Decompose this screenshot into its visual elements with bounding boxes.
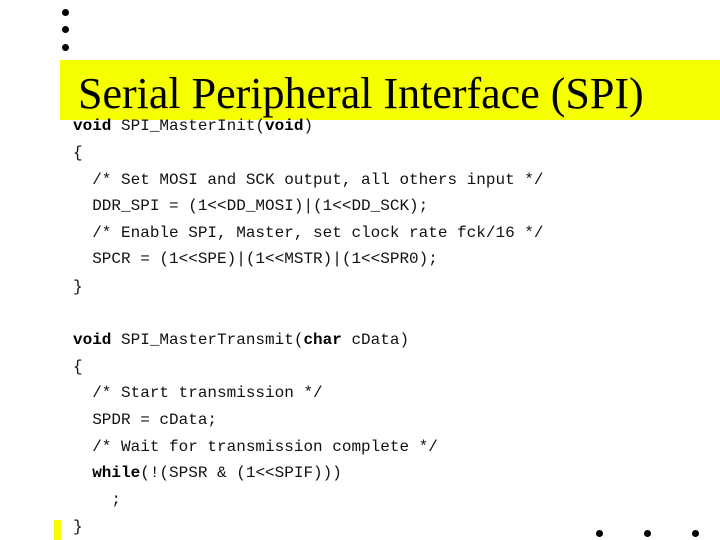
code-text: /* Enable SPI, Master, set clock rate fc…	[73, 224, 544, 242]
code-text: SPDR = cData;	[73, 411, 218, 429]
code-line: /* Wait for transmission complete */	[73, 437, 438, 457]
code-line: /* Enable SPI, Master, set clock rate fc…	[73, 223, 543, 243]
code-line: SPDR = cData;	[73, 410, 217, 430]
code-line: void SPI_MasterInit(void)	[73, 116, 313, 136]
code-line: ;	[73, 490, 121, 510]
code-line: }	[73, 277, 83, 297]
code-text: cData)	[341, 331, 410, 349]
code-line: /* Set MOSI and SCK output, all others i…	[73, 170, 543, 190]
bullet-dot	[62, 44, 69, 51]
slide-title: Serial Peripheral Interface (SPI)	[78, 69, 644, 118]
code-keyword: void	[265, 117, 304, 135]
code-text: (!(SPSR & (1<<SPIF)))	[140, 464, 342, 482]
code-line: void SPI_MasterTransmit(char cData)	[73, 330, 409, 350]
code-line: {	[73, 143, 83, 163]
code-text: }	[73, 518, 83, 536]
bullet-dot	[596, 530, 603, 537]
code-text: {	[73, 144, 83, 162]
yellow-accent-bar	[54, 520, 61, 540]
code-text: SPI_MasterTransmit(	[111, 331, 304, 349]
bullet-dot	[62, 9, 69, 16]
code-text: }	[73, 278, 83, 296]
code-keyword: while	[92, 464, 141, 482]
code-line: }	[73, 517, 83, 537]
code-keyword: void	[73, 117, 112, 135]
code-line: /* Start transmission */	[73, 383, 323, 403]
code-text: SPI_MasterInit(	[111, 117, 266, 135]
code-text: SPCR = (1<<SPE)|(1<<MSTR)|(1<<SPR0);	[73, 250, 438, 268]
code-line: DDR_SPI = (1<<DD_MOSI)|(1<<DD_SCK);	[73, 196, 428, 216]
code-keyword: char	[303, 331, 342, 349]
code-text: DDR_SPI = (1<<DD_MOSI)|(1<<DD_SCK);	[73, 197, 429, 215]
code-text: /* Start transmission */	[73, 384, 323, 402]
code-line: while(!(SPSR & (1<<SPIF)))	[73, 463, 342, 483]
code-keyword: void	[73, 331, 112, 349]
code-line: SPCR = (1<<SPE)|(1<<MSTR)|(1<<SPR0);	[73, 249, 438, 269]
bullet-dot	[62, 26, 69, 33]
code-text: /* Set MOSI and SCK output, all others i…	[73, 171, 544, 189]
bullet-dot	[644, 530, 651, 537]
bullet-dot	[692, 530, 699, 537]
code-text: )	[303, 117, 314, 135]
code-line: {	[73, 357, 83, 377]
code-text: ;	[73, 491, 122, 509]
code-text: {	[73, 358, 83, 376]
code-text: /* Wait for transmission complete */	[73, 438, 438, 456]
